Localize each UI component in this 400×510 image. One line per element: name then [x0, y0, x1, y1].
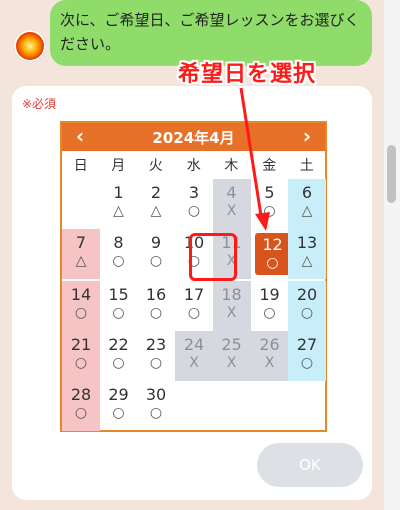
- ok-button[interactable]: OK: [257, 443, 363, 487]
- annotation-label: 希望日を選択: [178, 62, 317, 87]
